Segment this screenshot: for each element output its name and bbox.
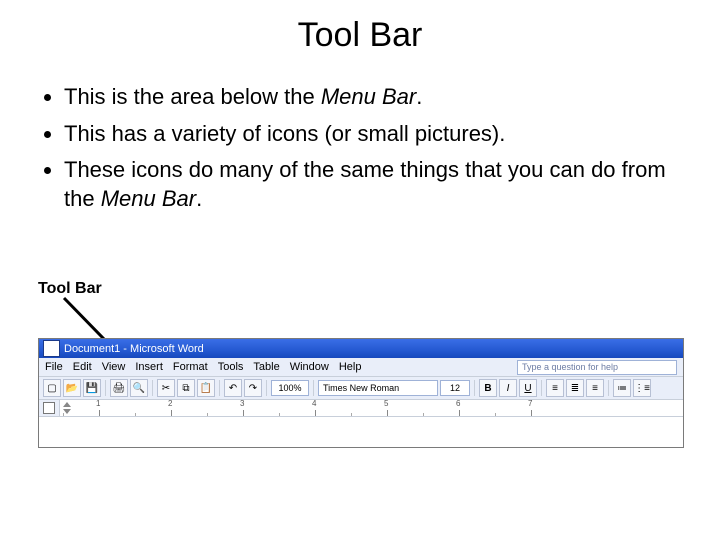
zoom-select[interactable]: 100% [271, 380, 309, 396]
align-center-icon[interactable]: ≣ [566, 379, 584, 397]
menu-file[interactable]: File [45, 361, 63, 373]
numbered-list-icon[interactable]: ≔ [613, 379, 631, 397]
word-menubar: File Edit View Insert Format Tools Table… [39, 358, 683, 377]
separator [608, 380, 609, 396]
save-icon[interactable]: 💾 [83, 379, 101, 397]
bullet-item: This has a variety of icons (or small pi… [64, 120, 684, 149]
align-left-icon[interactable]: ≡ [546, 379, 564, 397]
paste-icon[interactable]: 📋 [197, 379, 215, 397]
font-select[interactable]: Times New Roman [318, 380, 438, 396]
menu-edit[interactable]: Edit [73, 361, 92, 373]
bullet-list: This is the area below the Menu Bar. Thi… [40, 83, 684, 213]
new-doc-icon[interactable]: ▢ [43, 379, 61, 397]
separator [219, 380, 220, 396]
hanging-indent-icon[interactable] [63, 409, 71, 414]
word-ruler: 1 2 3 4 5 6 7 [39, 400, 683, 417]
undo-icon[interactable]: ↶ [224, 379, 242, 397]
align-right-icon[interactable]: ≡ [586, 379, 604, 397]
bold-button[interactable]: B [479, 379, 497, 397]
menu-tools[interactable]: Tools [218, 361, 244, 373]
menu-table[interactable]: Table [253, 361, 279, 373]
menu-format[interactable]: Format [173, 361, 208, 373]
word-title-text: Document1 - Microsoft Word [64, 343, 204, 355]
cut-icon[interactable]: ✂ [157, 379, 175, 397]
first-line-indent-icon[interactable] [63, 402, 71, 407]
menu-insert[interactable]: Insert [135, 361, 163, 373]
slide-title: Tool Bar [0, 0, 720, 55]
separator [266, 380, 267, 396]
italic-button[interactable]: I [499, 379, 517, 397]
menu-window[interactable]: Window [290, 361, 329, 373]
separator [152, 380, 153, 396]
open-icon[interactable]: 📂 [63, 379, 81, 397]
help-search-input[interactable]: Type a question for help [517, 360, 677, 375]
redo-icon[interactable]: ↷ [244, 379, 262, 397]
bullet-item: This is the area below the Menu Bar. [64, 83, 684, 112]
separator [313, 380, 314, 396]
bullet-item: These icons do many of the same things t… [64, 156, 684, 213]
bulleted-list-icon[interactable]: ⋮≡ [633, 379, 651, 397]
print-preview-icon[interactable]: 🔍 [130, 379, 148, 397]
print-icon[interactable]: 🖨 [110, 379, 128, 397]
separator [541, 380, 542, 396]
word-document-area[interactable] [39, 417, 683, 447]
separator [474, 380, 475, 396]
word-titlebar: Document1 - Microsoft Word [39, 339, 683, 358]
toolbar-callout-label: Tool Bar [38, 280, 102, 298]
separator [105, 380, 106, 396]
ruler-tab-selector[interactable] [39, 400, 60, 416]
word-window: Document1 - Microsoft Word File Edit Vie… [38, 338, 684, 448]
word-app-icon [43, 340, 60, 357]
copy-icon[interactable]: ⧉ [177, 379, 195, 397]
menu-help[interactable]: Help [339, 361, 362, 373]
underline-button[interactable]: U [519, 379, 537, 397]
menu-view[interactable]: View [102, 361, 126, 373]
word-toolbar: ▢ 📂 💾 🖨 🔍 ✂ ⧉ 📋 ↶ ↷ 100% Times New Roman… [39, 377, 683, 400]
font-size-select[interactable]: 12 [440, 380, 470, 396]
